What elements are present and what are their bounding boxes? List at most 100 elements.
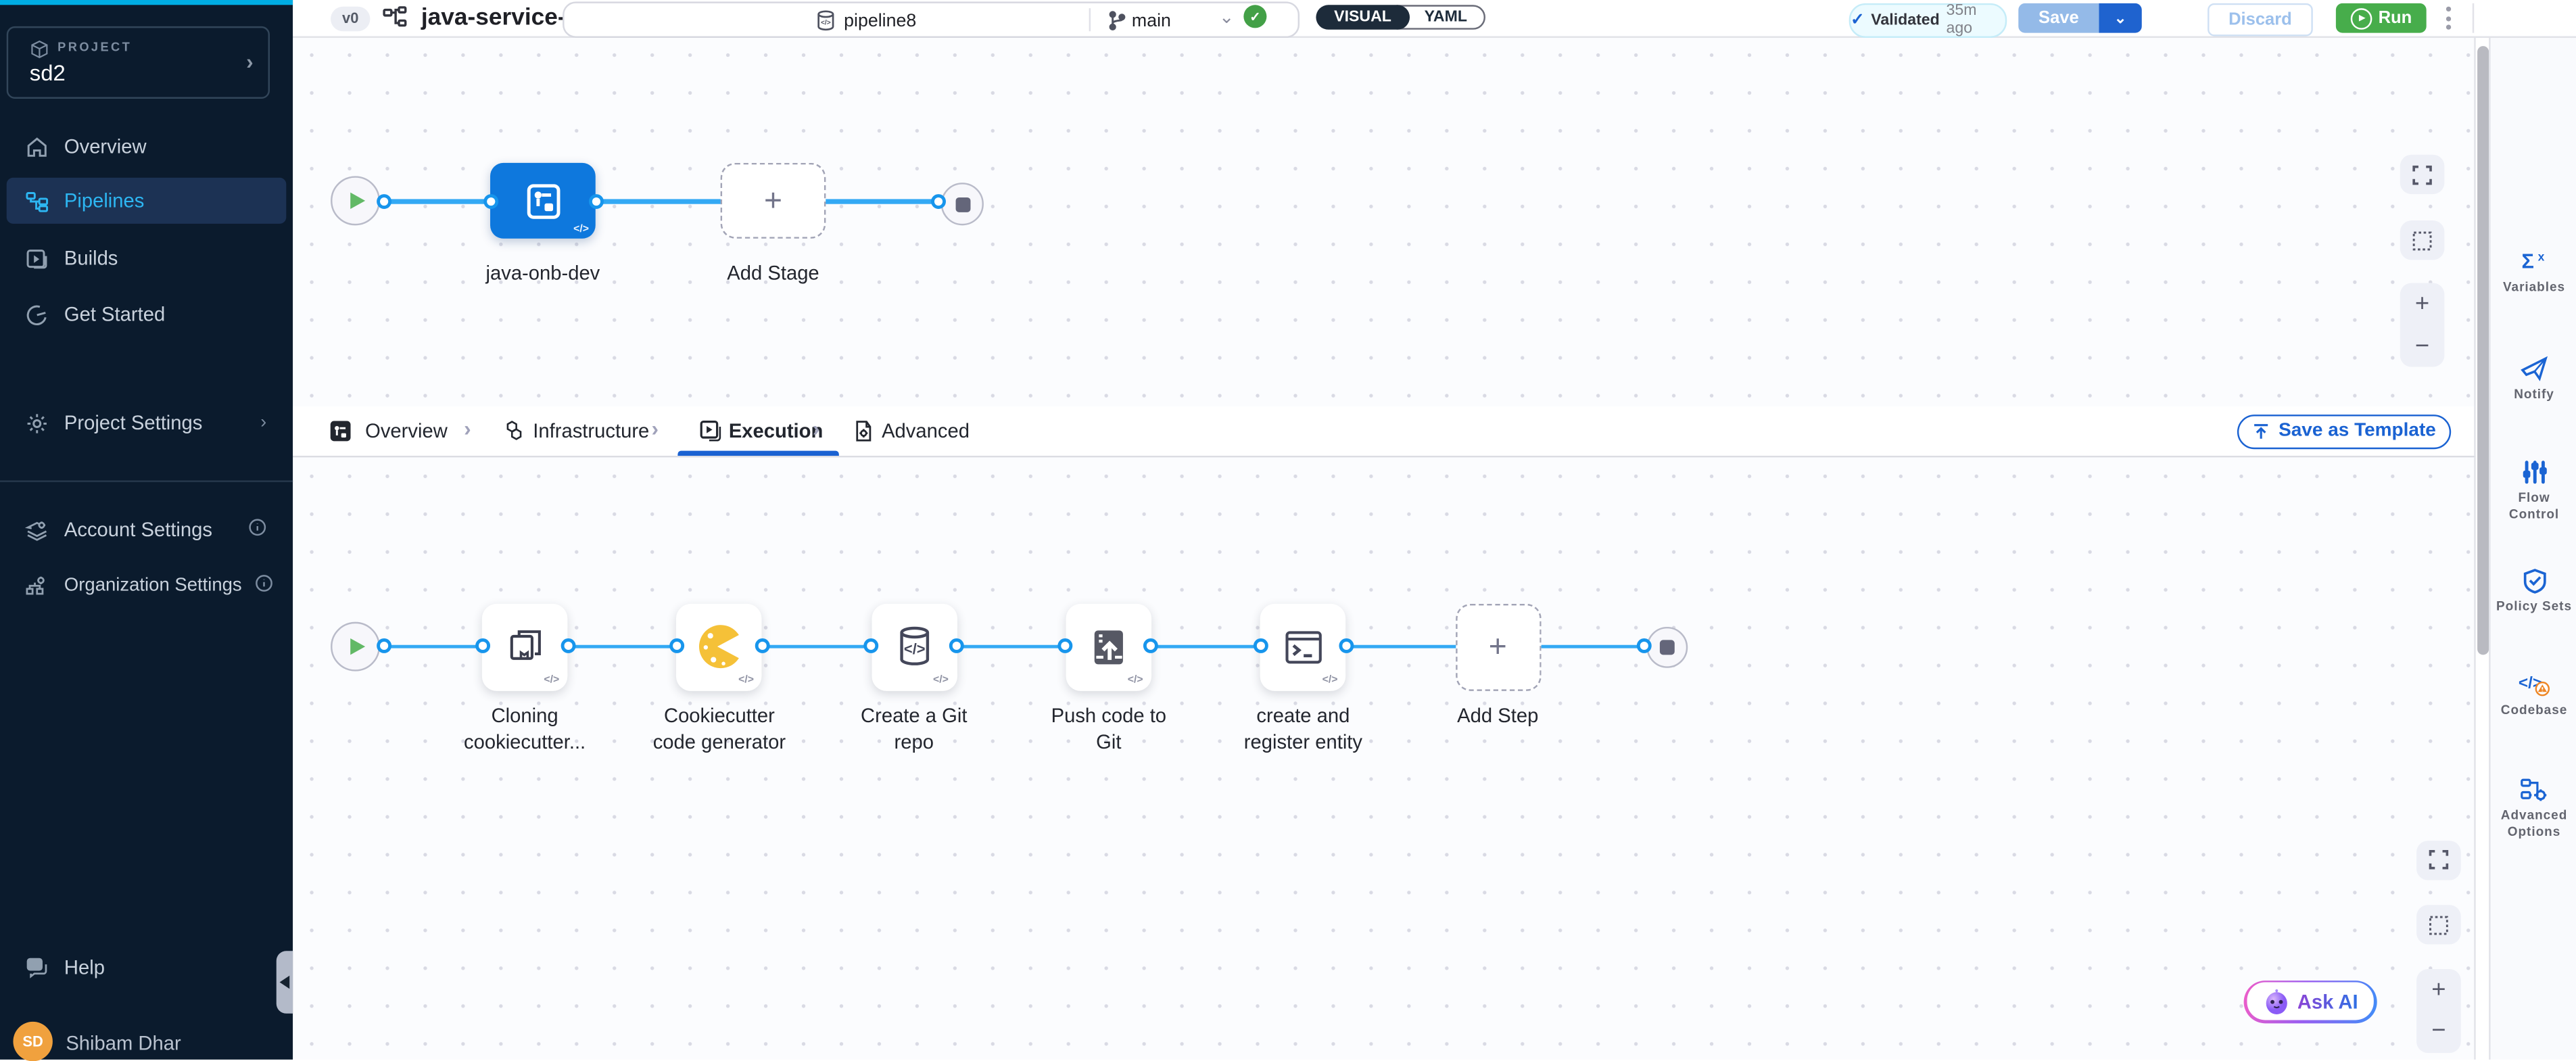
connector-port[interactable] xyxy=(588,194,603,209)
step-label[interactable]: Push code toGit xyxy=(1010,702,1208,756)
notify-icon xyxy=(2520,354,2548,381)
sidebar-item-account-settings[interactable]: Account Settings xyxy=(0,506,293,552)
fullscreen-button[interactable] xyxy=(2400,155,2445,194)
sidebar-divider xyxy=(0,480,293,481)
stage-label[interactable]: java-onb-dev xyxy=(444,260,642,287)
connector-port[interactable] xyxy=(376,194,391,209)
connector-port[interactable] xyxy=(755,638,769,653)
tab-infrastructure[interactable]: Infrastructure xyxy=(533,419,649,442)
zoom-out-button[interactable]: − xyxy=(2431,1017,2446,1045)
sidebar-item-project-settings[interactable]: Project Settings › xyxy=(0,400,293,446)
step-push-code-to-git[interactable]: </> xyxy=(1066,603,1151,690)
connector-port[interactable] xyxy=(475,638,490,653)
discard-button[interactable]: Discard xyxy=(2208,3,2313,37)
fullscreen-button[interactable] xyxy=(2416,840,2461,879)
connector-port[interactable] xyxy=(1339,638,1354,653)
step-label[interactable]: Create a Gitrepo xyxy=(815,702,1013,756)
terminal-icon xyxy=(1281,624,1326,669)
info-icon xyxy=(255,574,273,597)
sidebar-item-pipelines[interactable]: Pipelines xyxy=(7,178,287,224)
connector-port[interactable] xyxy=(483,194,498,209)
validation-badge[interactable]: ✓ Validated 35m ago xyxy=(1849,3,2007,37)
fit-to-view-button[interactable] xyxy=(2416,905,2461,944)
stage-start-node[interactable] xyxy=(331,176,380,225)
sidebar-item-help[interactable]: ? Help xyxy=(0,945,293,991)
scrollbar-thumb[interactable] xyxy=(2477,46,2489,655)
zoom-in-button[interactable]: + xyxy=(2415,290,2429,318)
tab-advanced[interactable]: Advanced xyxy=(882,419,970,442)
pipeline-select[interactable]: pipeline8 xyxy=(844,11,916,30)
connector-port[interactable] xyxy=(1253,638,1268,653)
user-name[interactable]: Shibam Dhar xyxy=(66,1031,181,1054)
ask-ai-button[interactable]: Ask AI xyxy=(2244,980,2377,1022)
tab-overview[interactable]: Overview xyxy=(365,419,448,442)
connector-port[interactable] xyxy=(1144,638,1159,653)
yaml-toggle-button[interactable]: YAML xyxy=(1396,5,1485,29)
rail-item-notify[interactable]: Notify xyxy=(2491,354,2576,402)
clone-docs-icon xyxy=(502,624,547,669)
tab-execution[interactable]: Execution xyxy=(729,419,824,442)
branch-valid-check-icon: ✓ xyxy=(1243,5,1266,28)
chevron-down-icon[interactable]: ⌄ xyxy=(1219,7,1234,28)
chevron-right-icon: › xyxy=(464,417,471,441)
sidebar-collapse-handle[interactable] xyxy=(277,951,293,1013)
rail-item-codebase[interactable]: </> Codebase xyxy=(2491,669,2576,718)
visual-toggle-button[interactable]: VISUAL xyxy=(1316,5,1409,29)
validation-time: 35m ago xyxy=(1947,1,2005,38)
execution-start-node[interactable] xyxy=(331,622,380,671)
sidebar-item-label: Help xyxy=(64,956,105,979)
step-label[interactable]: Cookiecuttercode generator xyxy=(621,702,818,756)
step-label[interactable]: create andregister entity xyxy=(1204,702,1402,756)
version-badge: v0 xyxy=(331,6,370,30)
pipeline-header: v0 java-service-onboar… </> pipeline8 ma… xyxy=(293,0,2576,38)
rail-item-variables[interactable]: Σx Variables xyxy=(2491,247,2576,296)
stop-icon xyxy=(1660,639,1675,654)
connector-port[interactable] xyxy=(949,638,964,653)
ai-mascot-icon xyxy=(2263,988,2289,1014)
add-stage-label[interactable]: Add Stage xyxy=(675,260,872,287)
execution-canvas[interactable]: </> </> </> </> </> </> + xyxy=(293,456,2476,1059)
save-as-template-button[interactable]: Save as Template xyxy=(2237,414,2451,448)
sidebar-item-organization-settings[interactable]: Organization Settings xyxy=(0,563,293,609)
more-options-kebab[interactable] xyxy=(2444,7,2451,30)
stage-pipeline-icon xyxy=(521,179,565,223)
step-create-and-register-entity[interactable]: </> xyxy=(1260,603,1346,690)
stage-canvas[interactable]: </> + java-onb-dev Add Stage + − xyxy=(293,37,2476,406)
fit-to-view-button[interactable] xyxy=(2400,220,2445,260)
marquee-select-icon xyxy=(2428,914,2450,936)
zoom-in-button[interactable]: + xyxy=(2431,975,2446,1003)
step-cookiecutter-code-generator[interactable]: </> xyxy=(677,603,763,690)
connector-port[interactable] xyxy=(669,638,684,653)
rail-item-policy-sets[interactable]: Policy Sets xyxy=(2491,566,2576,615)
sidebar-item-overview[interactable]: Overview xyxy=(0,123,293,169)
vertical-scrollbar[interactable] xyxy=(2477,39,2489,1058)
add-step-button[interactable]: + xyxy=(1455,603,1541,690)
step-create-git-repo[interactable]: </> </> xyxy=(872,603,957,690)
save-dropdown-button[interactable]: ⌄ xyxy=(2099,3,2142,33)
stage-node-java-onb-dev[interactable]: </> xyxy=(490,163,596,239)
branch-select[interactable]: main xyxy=(1132,11,1171,30)
user-avatar[interactable]: SD xyxy=(13,1022,52,1061)
connector-port[interactable] xyxy=(931,194,946,209)
pipeline-context-selector: </> pipeline8 main ⌄ xyxy=(563,1,1299,38)
sidebar-item-label: Pipelines xyxy=(64,189,144,212)
run-button[interactable]: Run xyxy=(2336,3,2427,33)
overview-tab-icon xyxy=(329,419,352,450)
zoom-out-button[interactable]: − xyxy=(2415,332,2429,360)
execution-end-node[interactable] xyxy=(1646,626,1688,667)
sidebar-item-get-started[interactable]: Get Started xyxy=(0,291,293,337)
code-badge: </> xyxy=(1128,674,1143,685)
chevron-right-icon: › xyxy=(260,413,266,433)
rail-item-advanced-options[interactable]: Advanced Options xyxy=(2491,775,2576,839)
rail-item-flow-control[interactable]: Flow Control xyxy=(2491,457,2576,521)
step-label[interactable]: Cloningcookiecutter... xyxy=(426,702,623,756)
add-stage-button[interactable]: + xyxy=(721,163,826,239)
active-tab-underline xyxy=(677,450,838,456)
stage-end-node[interactable] xyxy=(941,183,984,225)
sidebar-item-builds[interactable]: Builds xyxy=(0,235,293,281)
step-cloning-cookiecutter[interactable]: </> xyxy=(482,603,568,690)
save-button[interactable]: Save xyxy=(2018,3,2099,33)
info-icon xyxy=(248,518,266,541)
add-step-label[interactable]: Add Step xyxy=(1399,702,1596,729)
project-selector[interactable]: PROJECT sd2 › xyxy=(7,26,270,99)
